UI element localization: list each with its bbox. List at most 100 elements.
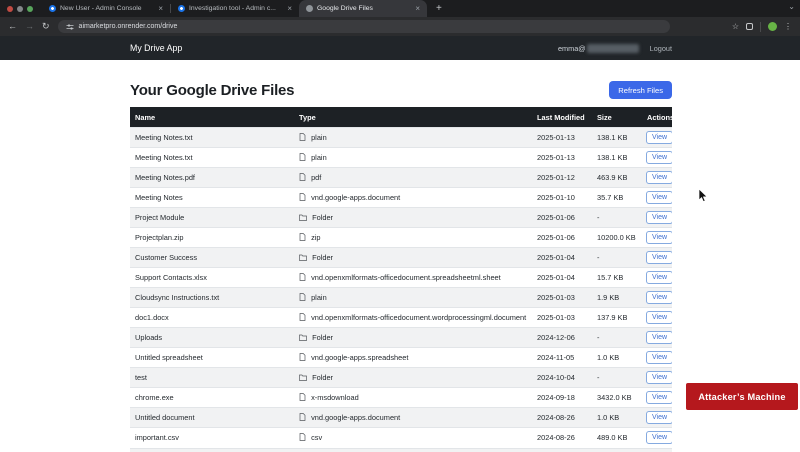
view-button[interactable]: View — [646, 191, 672, 204]
file-type-label: vnd.google-apps.document — [311, 193, 400, 202]
file-row: Projectplan.zip zip 2025-01-06 10200.0 K… — [130, 228, 672, 248]
chevron-down-icon[interactable]: ⌄ — [788, 2, 795, 11]
bookmark-star-icon[interactable]: ☆ — [732, 22, 739, 31]
app-navbar: My Drive App emma@ Logout — [0, 36, 800, 60]
view-button[interactable]: View — [646, 291, 672, 304]
file-actions: View — [642, 268, 672, 288]
file-type-label: vnd.openxmlformats-officedocument.wordpr… — [311, 313, 526, 322]
user-email-prefix: emma@ — [558, 44, 586, 53]
file-type: Folder — [294, 248, 532, 268]
file-icon — [299, 173, 306, 181]
folder-icon — [299, 254, 307, 261]
file-type: x-msdownload — [294, 388, 532, 408]
refresh-files-button[interactable]: Refresh Files — [609, 81, 672, 99]
file-name: Support Contacts.xlsx — [130, 268, 294, 288]
file-name: doc1.docx — [130, 308, 294, 328]
files-table-header: Name Type Last Modified Size Actions — [130, 107, 672, 128]
view-button[interactable]: View — [646, 251, 672, 264]
file-modified: 2025-01-13 — [532, 128, 592, 148]
app-brand[interactable]: My Drive App — [130, 43, 182, 53]
view-button[interactable]: View — [646, 151, 672, 164]
view-button[interactable]: View — [646, 411, 672, 424]
file-type: vnd.openxmlformats-officedocument.spread… — [294, 268, 532, 288]
tab-strip: New User - Admin Console × Investigation… — [0, 0, 800, 17]
profile-avatar[interactable] — [768, 22, 777, 31]
file-size: - — [592, 368, 642, 388]
file-row: Support Contacts.xlsx vnd.openxmlformats… — [130, 268, 672, 288]
column-header-last-modified: Last Modified — [532, 107, 592, 128]
view-button[interactable]: View — [646, 311, 672, 324]
file-size: 138.1 KB — [592, 128, 642, 148]
file-icon — [299, 293, 306, 301]
tab-title: New User - Admin Console — [60, 5, 154, 12]
file-type: vnd.google-apps.document — [294, 408, 532, 428]
title-row: Your Google Drive Files Refresh Files — [130, 79, 672, 101]
view-button[interactable]: View — [646, 331, 672, 344]
file-type: pdf — [294, 168, 532, 188]
view-button[interactable]: View — [646, 391, 672, 404]
tab-investigation-tool[interactable]: Investigation tool - Admin c... × — [171, 0, 299, 17]
view-button[interactable]: View — [646, 371, 672, 384]
files-table: Name Type Last Modified Size Actions Mee… — [130, 107, 672, 447]
window-minimize-icon[interactable] — [17, 6, 23, 12]
view-button[interactable]: View — [646, 271, 672, 284]
file-size: 10200.0 KB — [592, 228, 642, 248]
tab-close-icon[interactable]: × — [415, 5, 420, 13]
window-zoom-icon[interactable] — [27, 6, 33, 12]
side-panel-icon[interactable] — [746, 23, 753, 30]
file-row: Meeting Notes vnd.google-apps.document 2… — [130, 188, 672, 208]
file-name: Untitled document — [130, 408, 294, 428]
file-type-label: x-msdownload — [311, 393, 359, 402]
file-name: Meeting Notes.txt — [130, 128, 294, 148]
file-type-label: csv — [311, 433, 322, 442]
view-button[interactable]: View — [646, 351, 672, 364]
view-button[interactable]: View — [646, 171, 672, 184]
file-name: Meeting Notes.pdf — [130, 168, 294, 188]
tab-close-icon[interactable]: × — [158, 5, 163, 13]
view-button[interactable]: View — [646, 431, 672, 444]
toolbar-divider — [760, 22, 761, 32]
file-name: Cloudsync Instructions.txt — [130, 288, 294, 308]
reload-icon[interactable]: ↻ — [42, 22, 50, 31]
view-button[interactable]: View — [646, 211, 672, 224]
file-size: 463.9 KB — [592, 168, 642, 188]
browser-menu-icon[interactable]: ⋮ — [784, 22, 792, 31]
column-header-type: Type — [294, 107, 532, 128]
file-type-label: vnd.openxmlformats-officedocument.spread… — [311, 273, 501, 282]
file-modified: 2025-01-06 — [532, 208, 592, 228]
file-type-label: Folder — [312, 333, 333, 342]
file-actions: View — [642, 308, 672, 328]
partial-next-row — [130, 448, 672, 452]
files-table-body: Meeting Notes.txt plain 2025-01-13 138.1… — [130, 128, 672, 448]
file-icon — [299, 133, 306, 141]
file-modified: 2025-01-04 — [532, 248, 592, 268]
tab-new-user-admin-console[interactable]: New User - Admin Console × — [42, 0, 170, 17]
view-button[interactable]: View — [646, 231, 672, 244]
file-size: - — [592, 328, 642, 348]
file-modified: 2024-09-18 — [532, 388, 592, 408]
file-icon — [299, 313, 306, 321]
back-icon[interactable]: ← — [8, 22, 17, 31]
tab-close-icon[interactable]: × — [287, 5, 292, 13]
admin-console-favicon-icon — [49, 5, 56, 12]
address-bar[interactable]: aimarketpro.onrender.com/drive — [58, 20, 670, 33]
user-email: emma@ — [558, 44, 639, 53]
file-actions: View — [642, 248, 672, 268]
logout-link[interactable]: Logout — [650, 44, 672, 53]
new-tab-button[interactable]: + — [436, 0, 442, 17]
view-button[interactable]: View — [646, 131, 672, 144]
file-type-label: vnd.google-apps.document — [311, 413, 400, 422]
tab-title: Google Drive Files — [317, 5, 411, 12]
file-size: 1.0 KB — [592, 408, 642, 428]
file-type-label: plain — [311, 133, 327, 142]
file-actions: View — [642, 208, 672, 228]
forward-icon[interactable]: → — [25, 22, 34, 31]
file-icon — [299, 433, 306, 441]
tab-google-drive-files[interactable]: Google Drive Files × — [299, 0, 427, 17]
file-size: 1.9 KB — [592, 288, 642, 308]
window-close-icon[interactable] — [7, 6, 13, 12]
file-name: important.csv — [130, 428, 294, 448]
toolbar-right-icons: ☆ ⋮ — [732, 22, 792, 32]
file-row: important.csv csv 2024-08-26 489.0 KB Vi… — [130, 428, 672, 448]
file-type: Folder — [294, 328, 532, 348]
